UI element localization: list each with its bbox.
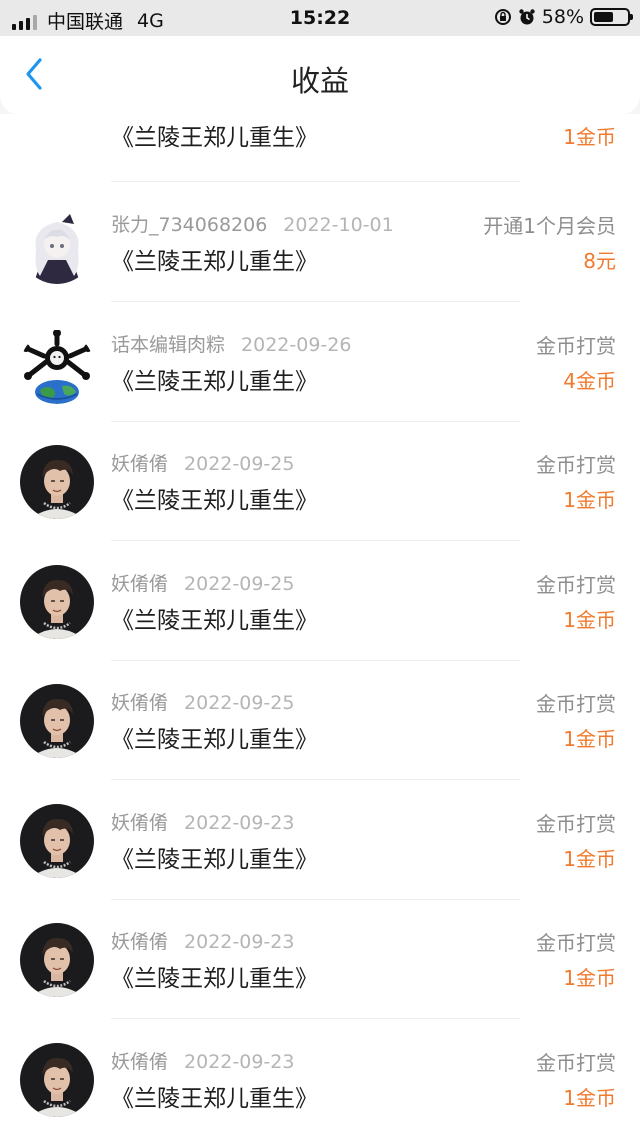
status-right: 58% — [494, 6, 633, 28]
divider — [111, 181, 520, 182]
earning-type: 金币打赏 — [536, 931, 616, 955]
divider — [111, 540, 520, 541]
earning-type: 金币打赏 — [536, 334, 616, 358]
record-meta: 张力_734068206 2022-10-01 — [111, 210, 394, 237]
globe-bones-avatar — [20, 330, 94, 404]
record-meta: 妖倄倄 2022-09-23 — [111, 1047, 294, 1074]
earnings-list: 《兰陵王郑儿重生》 1金币 张力_734068206 2022-10-01 《兰陵… — [0, 114, 640, 1139]
user-avatar[interactable] — [20, 445, 94, 519]
record-date: 2022-09-25 — [184, 453, 295, 475]
user-name[interactable]: 张力_734068206 — [111, 214, 267, 236]
user-avatar[interactable] — [20, 565, 94, 639]
earning-amount: 1金币 — [563, 847, 616, 871]
list-item[interactable]: 妖倄倄 2022-09-25 《兰陵王郑儿重生》 金币打赏 1金币 — [0, 684, 640, 808]
list-item[interactable]: 妖倄倄 2022-09-23 《兰陵王郑儿重生》 金币打赏 1金币 — [0, 804, 640, 928]
user-avatar[interactable] — [20, 330, 94, 404]
status-bar: 中国联通 4G 15:22 58% — [0, 0, 640, 36]
earning-type: 金币打赏 — [536, 692, 616, 716]
divider — [111, 421, 520, 422]
record-date: 2022-09-26 — [241, 334, 352, 356]
user-avatar[interactable] — [20, 210, 94, 284]
earning-type: 金币打赏 — [536, 573, 616, 597]
earning-type: 金币打赏 — [536, 453, 616, 477]
user-name[interactable]: 话本编辑肉粽 — [111, 334, 225, 356]
earning-amount: 1金币 — [563, 966, 616, 990]
page-title: 收益 — [290, 64, 349, 98]
list-item[interactable]: 妖倄倄 2022-09-23 《兰陵王郑儿重生》 金币打赏 1金币 — [0, 1043, 640, 1139]
user-avatar[interactable] — [20, 923, 94, 997]
alarm-icon — [519, 9, 535, 25]
user-name[interactable]: 妖倄倄 — [111, 931, 168, 953]
record-date: 2022-10-01 — [283, 214, 394, 236]
record-date: 2022-09-25 — [184, 692, 295, 714]
boy-portrait-avatar — [20, 565, 94, 639]
boy-portrait-avatar — [20, 923, 94, 997]
battery-fill — [594, 12, 613, 22]
earning-type: 开通1个月会员 — [483, 214, 616, 238]
earning-amount: 1金币 — [563, 608, 616, 632]
user-name[interactable]: 妖倄倄 — [111, 1051, 168, 1073]
book-title: 《兰陵王郑儿重生》 — [111, 727, 318, 753]
list-item[interactable]: 妖倄倄 2022-09-23 《兰陵王郑儿重生》 金币打赏 1金币 — [0, 923, 640, 1047]
user-name[interactable]: 妖倄倄 — [111, 812, 168, 834]
nav-bar: 收益 — [0, 36, 640, 114]
boy-portrait-avatar — [20, 684, 94, 758]
earning-amount: 1金币 — [563, 488, 616, 512]
record-date: 2022-09-23 — [184, 1051, 295, 1073]
earning-amount: 1金币 — [563, 727, 616, 751]
list-item[interactable]: 妖倄倄 2022-09-25 《兰陵王郑儿重生》 金币打赏 1金币 — [0, 565, 640, 689]
earning-amount: 8元 — [583, 249, 616, 273]
divider — [111, 301, 520, 302]
divider — [111, 779, 520, 780]
boy-portrait-avatar — [20, 804, 94, 878]
list-item[interactable]: 《兰陵王郑儿重生》 1金币 — [0, 114, 640, 182]
battery-percent: 58% — [541, 6, 584, 28]
book-title: 《兰陵王郑儿重生》 — [111, 966, 318, 992]
user-name[interactable]: 妖倄倄 — [111, 573, 168, 595]
book-title: 《兰陵王郑儿重生》 — [111, 1086, 318, 1112]
record-meta: 妖倄倄 2022-09-25 — [111, 569, 294, 596]
user-avatar[interactable] — [20, 1043, 94, 1117]
book-title: 《兰陵王郑儿重生》 — [111, 847, 318, 873]
record-date: 2022-09-23 — [184, 931, 295, 953]
record-meta: 妖倄倄 2022-09-23 — [111, 808, 294, 835]
record-meta: 妖倄倄 2022-09-23 — [111, 927, 294, 954]
book-title: 《兰陵王郑儿重生》 — [111, 608, 318, 634]
record-date: 2022-09-23 — [184, 812, 295, 834]
earning-type: 金币打赏 — [536, 1051, 616, 1075]
book-title: 《兰陵王郑儿重生》 — [111, 125, 318, 151]
list-item[interactable]: 妖倄倄 2022-09-25 《兰陵王郑儿重生》 金币打赏 1金币 — [0, 445, 640, 569]
divider — [111, 660, 520, 661]
list-item[interactable]: 话本编辑肉粽 2022-09-26 《兰陵王郑儿重生》 金币打赏 4金币 — [0, 330, 640, 450]
user-avatar[interactable] — [20, 804, 94, 878]
user-avatar[interactable] — [20, 684, 94, 758]
book-title: 《兰陵王郑儿重生》 — [111, 249, 318, 275]
divider — [111, 899, 520, 900]
boy-portrait-avatar — [20, 445, 94, 519]
user-name[interactable]: 妖倄倄 — [111, 692, 168, 714]
orientation-lock-icon — [494, 9, 511, 25]
record-meta: 妖倄倄 2022-09-25 — [111, 449, 294, 476]
book-title: 《兰陵王郑儿重生》 — [111, 488, 318, 514]
boy-portrait-avatar — [20, 1043, 94, 1117]
record-meta: 妖倄倄 2022-09-25 — [111, 688, 294, 715]
user-name[interactable]: 妖倄倄 — [111, 453, 168, 475]
earning-amount: 1金币 — [563, 125, 616, 149]
earning-amount: 1金币 — [563, 1086, 616, 1110]
divider — [111, 1018, 520, 1019]
earning-amount: 4金币 — [563, 369, 616, 393]
battery-icon — [590, 8, 633, 26]
earning-type: 金币打赏 — [536, 812, 616, 836]
list-item[interactable]: 张力_734068206 2022-10-01 《兰陵王郑儿重生》 开通1个月会员… — [0, 210, 640, 330]
record-date: 2022-09-25 — [184, 573, 295, 595]
anime-girl-avatar — [20, 210, 94, 284]
book-title: 《兰陵王郑儿重生》 — [111, 369, 318, 395]
record-meta: 话本编辑肉粽 2022-09-26 — [111, 330, 351, 357]
